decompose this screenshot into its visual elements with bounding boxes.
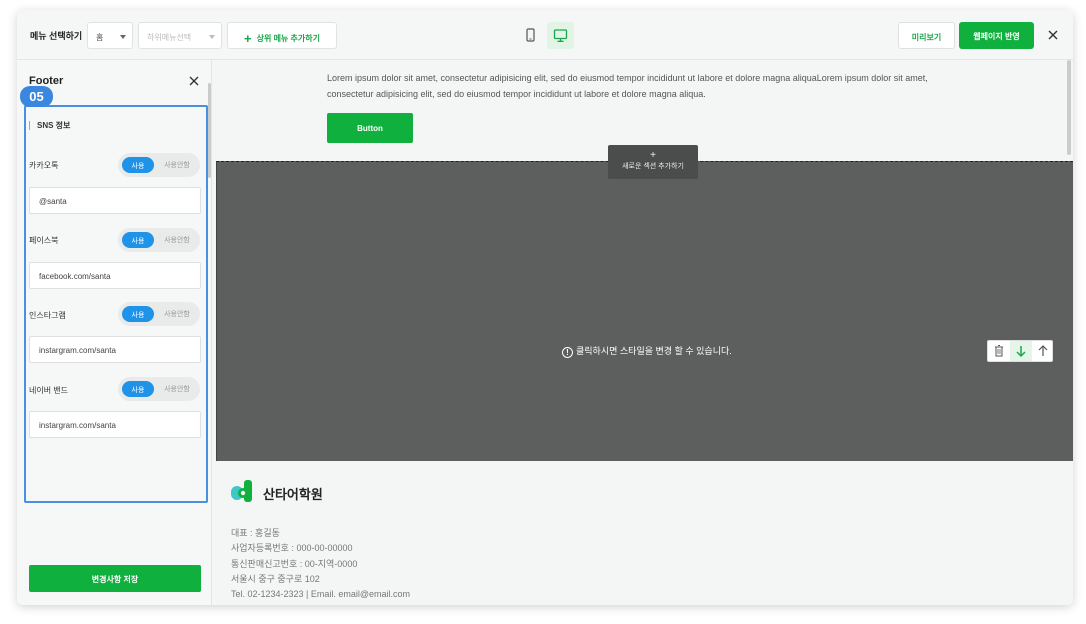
- settings-sidebar: Footer 05 SNS 정보 카카오톡 사용 사용안함 @santa 페이스…: [17, 60, 212, 605]
- naver-band-toggle[interactable]: 사용 사용안함: [118, 377, 200, 401]
- add-section-button[interactable]: + 새로운 섹션 추가하기: [608, 145, 698, 179]
- kakao-toggle[interactable]: 사용 사용안함: [118, 153, 200, 177]
- sidebar-scrollbar[interactable]: [208, 83, 211, 178]
- instagram-toggle[interactable]: 사용 사용안함: [118, 302, 200, 326]
- sidebar-close-button[interactable]: [187, 74, 201, 88]
- footer-preview[interactable]: 산타어학원 대표 : 홍길동 사업자등록번호 : 000-00-00000 통신…: [212, 461, 1073, 605]
- sub-menu-placeholder: 하위메뉴선택: [147, 33, 192, 42]
- kakao-input[interactable]: @santa: [29, 187, 201, 214]
- delete-section-button[interactable]: [988, 341, 1010, 361]
- brand-logo-icon: [231, 480, 252, 502]
- trash-icon: [995, 345, 1003, 357]
- add-top-menu-button[interactable]: + 상위 메뉴 추가하기: [227, 22, 337, 49]
- editor-window: 메뉴 선택하기 홈 하위메뉴선택 + 상위 메뉴 추가하기 미리보기 웹페이지 …: [17, 10, 1073, 605]
- add-section-label: 새로운 섹션 추가하기: [622, 163, 684, 170]
- facebook-toggle[interactable]: 사용 사용안함: [118, 228, 200, 252]
- info-icon: !: [562, 347, 573, 358]
- canvas-scrollbar[interactable]: [1067, 60, 1071, 155]
- sub-menu-select[interactable]: 하위메뉴선택: [138, 22, 222, 49]
- style-change-message: ! 클릭하시면 스타일을 변경 할 수 있습니다.: [562, 344, 732, 358]
- plus-icon: +: [650, 150, 656, 161]
- page-canvas: Lorem ipsum dolor sit amet, consectetur …: [212, 60, 1073, 605]
- step-badge: 05: [20, 86, 53, 107]
- hero-button[interactable]: Button: [327, 113, 413, 143]
- top-toolbar: 메뉴 선택하기 홈 하위메뉴선택 + 상위 메뉴 추가하기 미리보기 웹페이지 …: [17, 10, 1073, 60]
- hero-paragraph: Lorem ipsum dolor sit amet, consectetur …: [327, 73, 928, 99]
- arrow-up-icon: [1038, 345, 1048, 356]
- menu-select-label: 메뉴 선택하기: [30, 31, 83, 41]
- footer-info: 대표 : 홍길동 사업자등록번호 : 000-00-00000 통신판매신고번호…: [231, 526, 410, 602]
- top-menu-select[interactable]: 홈: [87, 22, 133, 49]
- sns-label-kakao: 카카오톡: [29, 161, 59, 170]
- sns-section-title: SNS 정보: [29, 121, 70, 130]
- chevron-down-icon: [209, 35, 215, 39]
- preview-button[interactable]: 미리보기: [898, 22, 955, 49]
- plus-icon: +: [244, 31, 252, 46]
- footer-line: 서울시 중구 중구로 102: [231, 573, 320, 584]
- footer-line: Tel. 02-1234-2323 | Email. email@email.c…: [231, 589, 411, 600]
- toggle-on-option[interactable]: 사용: [122, 232, 154, 248]
- sns-label-instagram: 인스타그램: [29, 311, 66, 320]
- close-icon: [189, 76, 199, 86]
- footer-brand-name: 산타어학원: [263, 487, 323, 502]
- footer-line: 통신판매신고번호 : 00-지역-0000: [231, 558, 358, 569]
- desktop-view-button[interactable]: [547, 22, 574, 49]
- toggle-on-option[interactable]: 사용: [122, 157, 154, 173]
- instagram-input[interactable]: instargram.com/santa: [29, 336, 201, 363]
- mobile-icon: [526, 28, 535, 42]
- style-section[interactable]: ! 클릭하시면 스타일을 변경 할 수 있습니다.: [216, 161, 1073, 461]
- footer-line: 사업자등록번호 : 000-00-00000: [231, 543, 353, 554]
- chevron-down-icon: [120, 35, 126, 39]
- move-up-button[interactable]: [1032, 341, 1054, 361]
- add-top-menu-label: 상위 메뉴 추가하기: [256, 34, 320, 43]
- publish-button[interactable]: 웹페이지 반영: [959, 22, 1034, 49]
- toggle-off-option[interactable]: 사용안함: [158, 160, 196, 170]
- arrow-down-icon: [1016, 346, 1026, 358]
- style-change-text: 클릭하시면 스타일을 변경 할 수 있습니다.: [576, 346, 732, 356]
- facebook-input[interactable]: facebook.com/santa: [29, 262, 201, 289]
- close-icon: [1048, 30, 1058, 40]
- footer-line: 대표 : 홍길동: [231, 528, 280, 538]
- toggle-off-option[interactable]: 사용안함: [158, 384, 196, 394]
- toggle-on-option[interactable]: 사용: [122, 381, 154, 397]
- save-changes-button[interactable]: 변경사항 저장: [29, 565, 201, 592]
- mobile-view-button[interactable]: [517, 22, 544, 49]
- toggle-off-option[interactable]: 사용안함: [158, 309, 196, 319]
- sns-label-facebook: 페이스북: [29, 236, 59, 245]
- top-menu-value: 홈: [96, 33, 104, 42]
- sns-label-naver-band: 네이버 밴드: [29, 386, 69, 395]
- section-tools: [987, 340, 1053, 362]
- desktop-icon: [553, 29, 568, 42]
- move-down-button[interactable]: [1010, 341, 1032, 361]
- close-editor-button[interactable]: [1044, 26, 1062, 44]
- naver-band-input[interactable]: instargram.com/santa: [29, 411, 201, 438]
- toggle-off-option[interactable]: 사용안함: [158, 235, 196, 245]
- toggle-on-option[interactable]: 사용: [122, 306, 154, 322]
